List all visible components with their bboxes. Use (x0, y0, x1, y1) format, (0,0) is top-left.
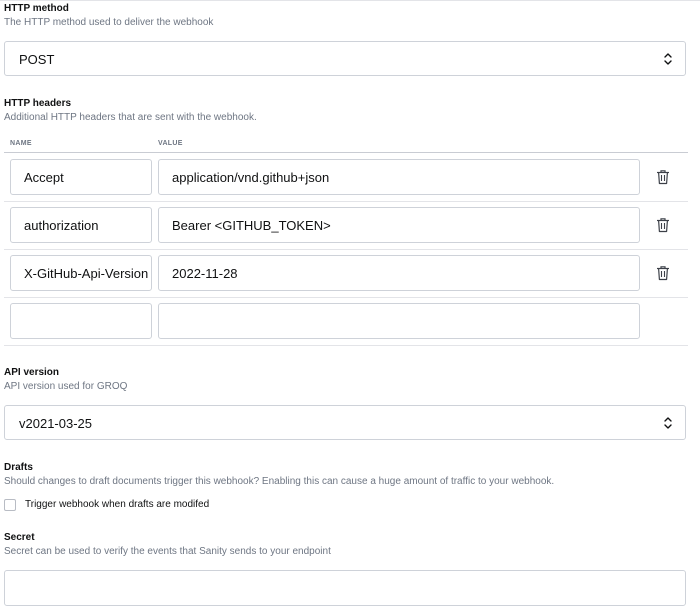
header-value-input[interactable] (158, 303, 640, 339)
http-method-select[interactable]: POST (4, 41, 686, 76)
secret-title: Secret (4, 532, 35, 543)
top-divider (0, 0, 700, 1)
column-header-value: VALUE (158, 140, 183, 147)
drafts-checkbox[interactable] (4, 499, 16, 511)
header-value-input[interactable]: application/vnd.github+json (158, 159, 640, 195)
chevron-up-down-icon (664, 417, 672, 429)
http-headers-description: Additional HTTP headers that are sent wi… (4, 112, 257, 123)
header-name-text: authorization (24, 218, 99, 233)
header-name-text: Accept (24, 170, 64, 185)
header-value-input[interactable]: 2022-11-28 (158, 255, 640, 291)
secret-description: Secret can be used to verify the events … (4, 546, 331, 557)
http-method-value: POST (19, 52, 55, 67)
header-value-input[interactable]: Bearer <GITHUB_TOKEN> (158, 207, 640, 243)
header-name-input[interactable]: X-GitHub-Api-Version (10, 255, 152, 291)
http-headers-title: HTTP headers (4, 98, 72, 109)
row-divider (4, 201, 688, 202)
drafts-description: Should changes to draft documents trigge… (4, 476, 555, 487)
http-method-description: The HTTP method used to deliver the webh… (4, 17, 214, 28)
secret-input[interactable] (4, 570, 686, 606)
header-value-text: Bearer <GITHUB_TOKEN> (172, 218, 331, 233)
trash-icon[interactable] (656, 169, 670, 185)
row-divider (4, 297, 688, 298)
row-divider (4, 345, 688, 346)
drafts-checkbox-label[interactable]: Trigger webhook when drafts are modifed (25, 499, 209, 510)
header-name-input[interactable] (10, 303, 152, 339)
header-value-text: 2022-11-28 (172, 266, 238, 281)
header-name-input[interactable]: authorization (10, 207, 152, 243)
http-method-title: HTTP method (4, 3, 69, 14)
row-divider (4, 249, 688, 250)
header-value-text: application/vnd.github+json (172, 170, 330, 185)
header-name-text: X-GitHub-Api-Version (24, 266, 149, 281)
headers-table-header-divider (4, 152, 688, 153)
header-name-input[interactable]: Accept (10, 159, 152, 195)
api-version-title: API version (4, 367, 60, 378)
api-version-select[interactable]: v2021-03-25 (4, 405, 686, 440)
drafts-title: Drafts (4, 462, 33, 473)
chevron-up-down-icon (664, 53, 672, 65)
column-header-name: NAME (10, 140, 32, 147)
trash-icon[interactable] (656, 265, 670, 281)
api-version-value: v2021-03-25 (19, 416, 92, 431)
api-version-description: API version used for GROQ (4, 381, 128, 392)
trash-icon[interactable] (656, 217, 670, 233)
